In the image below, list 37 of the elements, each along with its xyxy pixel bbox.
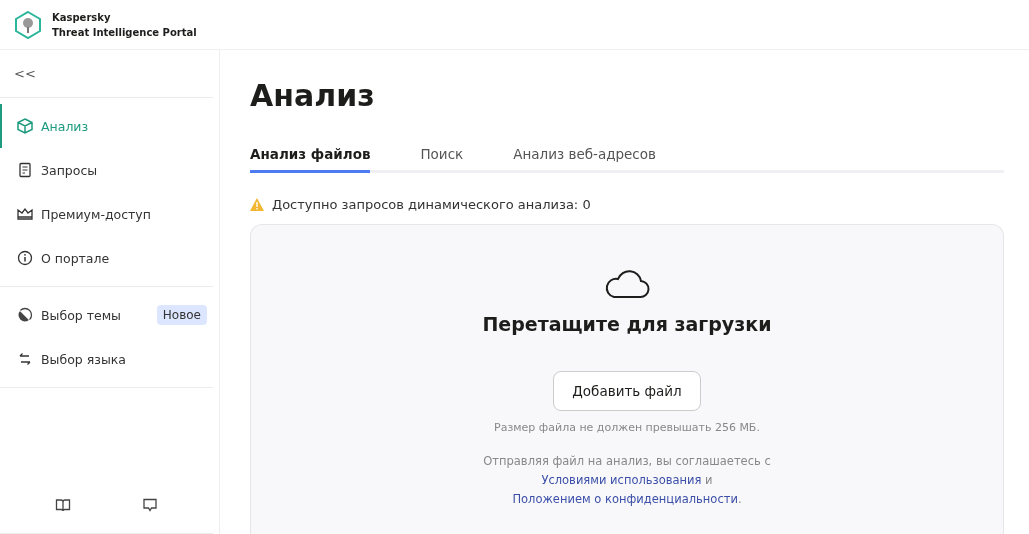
menu-item[interactable]: Выбор языка bbox=[41, 351, 126, 367]
dropzone[interactable]: Перетащите для загрузки Добавить файл Размер файла не должен превышать 256 МБ. Отправляя файл на анализ, вы соглашаетесь с Условиями использования и Положением о конфиденциальности. bbox=[250, 224, 1004, 534]
add-file-button[interactable]: Добавить файл bbox=[553, 371, 701, 411]
brand-subtitle: Threat Intelligence Portal bbox=[52, 25, 197, 40]
nav-item[interactable]: Запросы bbox=[0, 148, 213, 192]
info-icon bbox=[17, 250, 33, 266]
size-note: Размер файла не должен превышать 256 МБ. bbox=[494, 421, 760, 434]
dropzone-title: Перетащите для загрузки bbox=[482, 313, 772, 335]
link[interactable]: Условиями использования bbox=[541, 473, 702, 487]
page-title: Анализ bbox=[250, 78, 376, 113]
tab[interactable]: Поиск bbox=[420, 146, 464, 173]
consent-text: Отправляя файл на анализ, вы соглашаетесь с Условиями использования и Положением о конфиденциальности. bbox=[482, 453, 772, 508]
nav-item[interactable]: Анализ bbox=[0, 104, 213, 148]
new-badge: Новое bbox=[156, 305, 207, 325]
half-circle-icon bbox=[17, 307, 33, 323]
nav-label: О портале bbox=[41, 250, 110, 266]
swap-arrows-icon bbox=[17, 351, 33, 367]
chat-icon[interactable] bbox=[141, 497, 158, 513]
link[interactable]: Положением о конфиденциальности bbox=[512, 492, 738, 506]
nav-label: Премиум-доступ bbox=[41, 206, 151, 222]
book-icon[interactable] bbox=[55, 497, 72, 513]
cloud-icon bbox=[604, 269, 650, 299]
brand-name: Kaspersky bbox=[52, 10, 112, 25]
document-icon bbox=[17, 162, 33, 178]
nav-item[interactable]: О портале bbox=[0, 236, 213, 280]
nav-item[interactable]: Премиум-доступ bbox=[0, 192, 213, 236]
logo-icon bbox=[14, 9, 42, 40]
nav-label: Анализ bbox=[41, 118, 89, 134]
menu-item[interactable]: Выбор темы bbox=[41, 307, 121, 323]
collapse-button[interactable]: << bbox=[0, 50, 60, 97]
notice-text: Доступно запросов динамического анализа: 0 bbox=[272, 197, 591, 212]
warning-icon bbox=[250, 198, 264, 211]
cube-icon bbox=[17, 118, 33, 134]
nav-label: Запросы bbox=[41, 162, 98, 178]
crown-icon bbox=[17, 206, 33, 222]
tab[interactable]: Анализ веб-адресов bbox=[513, 146, 656, 173]
tab[interactable]: Анализ файлов bbox=[250, 146, 371, 173]
